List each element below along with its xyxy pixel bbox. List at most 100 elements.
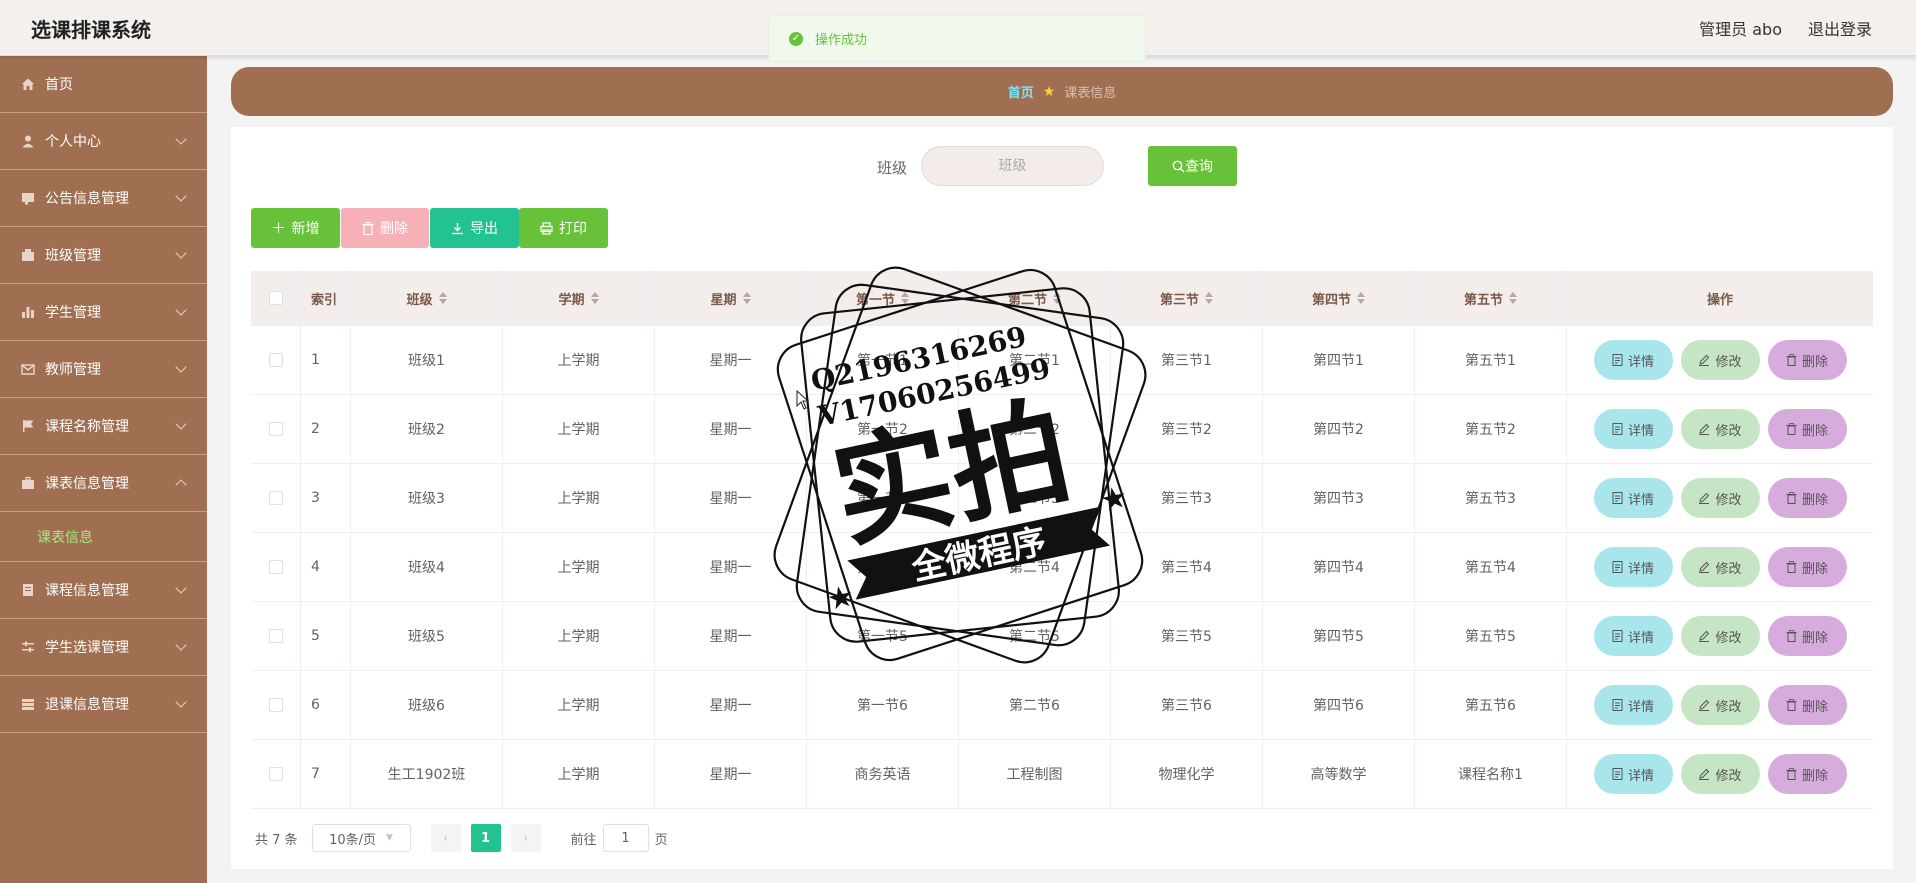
table-row: 4 班级4 上学期 星期一 第一节4 第二节4 第三节4 第四节4 第五节4 详情 修改 删除 [251,533,1873,602]
row-checkbox[interactable] [268,422,283,436]
export-button[interactable]: 导出 [430,208,519,248]
sort-icon[interactable] [742,292,751,304]
detail-button-label: 详情 [1627,630,1654,646]
sliders-icon [22,641,34,652]
flag-icon [23,420,34,432]
sidebar-item-home[interactable]: 首页 [0,56,207,113]
prev-page-button[interactable]: ‹ [430,824,461,852]
sort-icon[interactable] [438,292,447,304]
page-size-select[interactable]: 10条/页 ▼ [311,824,411,852]
edit-button[interactable]: 修改 [1680,409,1760,449]
row-checkbox[interactable] [268,353,283,367]
export-button-label: 导出 [470,221,498,237]
detail-button[interactable]: 详情 [1593,616,1673,656]
delete-button[interactable]: 删除 [1767,547,1847,587]
pencil-icon [1699,423,1710,435]
next-page-button[interactable]: › [510,824,541,852]
detail-button[interactable]: 详情 [1593,409,1673,449]
cell-semester: 上学期 [503,326,655,394]
toast-message: 操作成功 [815,33,868,48]
cell-period-5: 第五节6 [1415,671,1567,739]
logout-button[interactable]: 退出登录 [1808,16,1872,40]
detail-button-label: 详情 [1627,354,1654,370]
edit-button-label: 修改 [1715,561,1742,577]
edit-button[interactable]: 修改 [1680,616,1760,656]
header-class[interactable]: 班级 [351,271,503,325]
header-period-5[interactable]: 第五节 [1415,271,1567,325]
edit-button[interactable]: 修改 [1680,547,1760,587]
sidebar-item-student[interactable]: 学生管理 [0,284,207,341]
delete-button[interactable]: 删除 [1767,409,1847,449]
sidebar-item-withdraw[interactable]: 退课信息管理 [0,676,207,733]
sort-icon[interactable] [1205,292,1213,304]
delete-button[interactable]: 删除 [1767,478,1847,518]
header-weekday[interactable]: 星期 [655,271,807,325]
sort-icon[interactable] [1053,292,1061,304]
header-period-4[interactable]: 第四节 [1263,271,1415,325]
table-row: 2 班级2 上学期 星期一 第一节2 第二节2 第三节2 第四节2 第五节2 详情 修改 删除 [251,395,1873,464]
cell-period-2: 第二节3 [959,464,1111,532]
detail-button[interactable]: 详情 [1593,478,1673,518]
detail-button[interactable]: 详情 [1593,754,1673,794]
cell-period-1: 第一节2 [807,395,959,463]
sidebar-subitem-timetable-info[interactable]: 课表信息 [0,512,207,562]
select-all-checkbox[interactable] [268,291,283,305]
row-checkbox[interactable] [268,560,283,574]
print-button[interactable]: 打印 [519,208,608,248]
delete-button[interactable]: 删除 [1767,685,1847,725]
edit-button[interactable]: 修改 [1680,754,1760,794]
add-button[interactable]: ＋ 新增 [251,208,340,248]
goto-page-input[interactable] [602,824,649,852]
detail-button-label: 详情 [1627,492,1654,508]
cell-period-5: 第五节4 [1415,533,1567,601]
edit-button[interactable]: 修改 [1680,340,1760,380]
breadcrumb-home[interactable]: 首页 [1008,82,1034,101]
edit-button[interactable]: 修改 [1680,685,1760,725]
sidebar-item-notice[interactable]: 公告信息管理 [0,170,207,227]
sidebar-item-label: 退课信息管理 [45,697,129,713]
printer-icon [540,221,553,235]
detail-button[interactable]: 详情 [1593,685,1673,725]
header-label: 学期 [558,292,585,308]
sidebar-item-label: 首页 [45,77,73,93]
detail-button[interactable]: 详情 [1593,340,1673,380]
sidebar-item-course-name[interactable]: 课程名称管理 [0,398,207,455]
sidebar-item-label: 个人中心 [45,134,101,150]
cell-period-3: 第三节3 [1111,464,1263,532]
sidebar-item-teacher[interactable]: 教师管理 [0,341,207,398]
edit-button-label: 修改 [1715,630,1742,646]
chevron-down-icon [175,418,187,430]
page-number-current[interactable]: 1 [470,824,501,852]
edit-button[interactable]: 修改 [1680,478,1760,518]
header-semester[interactable]: 学期 [503,271,655,325]
header-period-1[interactable]: 第一节 [807,271,959,325]
sidebar-item-class[interactable]: 班级管理 [0,227,207,284]
cell-class: 班级6 [351,671,503,739]
row-checkbox[interactable] [268,629,283,643]
page-size-value: 10条/页 [329,832,377,848]
header-period-2[interactable]: 第二节 [959,271,1111,325]
header-period-3[interactable]: 第三节 [1111,271,1263,325]
batch-delete-button[interactable]: 删除 [341,208,429,248]
delete-button[interactable]: 删除 [1767,616,1847,656]
sort-icon[interactable] [1509,292,1517,304]
sidebar-item-profile[interactable]: 个人中心 [0,113,207,170]
sidebar-item-course-info[interactable]: 课程信息管理 [0,562,207,619]
class-search-input[interactable] [921,146,1104,186]
sort-icon[interactable] [590,292,599,304]
sidebar-item-label: 课程信息管理 [45,583,129,599]
sort-icon[interactable] [901,292,909,304]
delete-button[interactable]: 删除 [1767,754,1847,794]
cell-weekday: 星期一 [655,602,807,670]
delete-button[interactable]: 删除 [1767,340,1847,380]
detail-button[interactable]: 详情 [1593,547,1673,587]
briefcase-icon [22,476,34,489]
sidebar-item-course-selection[interactable]: 学生选课管理 [0,619,207,676]
sort-icon[interactable] [1357,292,1365,304]
row-checkbox[interactable] [268,767,283,781]
sidebar-item-timetable[interactable]: 课表信息管理 [0,455,207,512]
search-button[interactable]: 查询 [1148,146,1237,186]
row-checkbox[interactable] [268,698,283,712]
row-checkbox[interactable] [268,491,283,505]
row-actions: 详情 修改 删除 [1567,464,1873,532]
